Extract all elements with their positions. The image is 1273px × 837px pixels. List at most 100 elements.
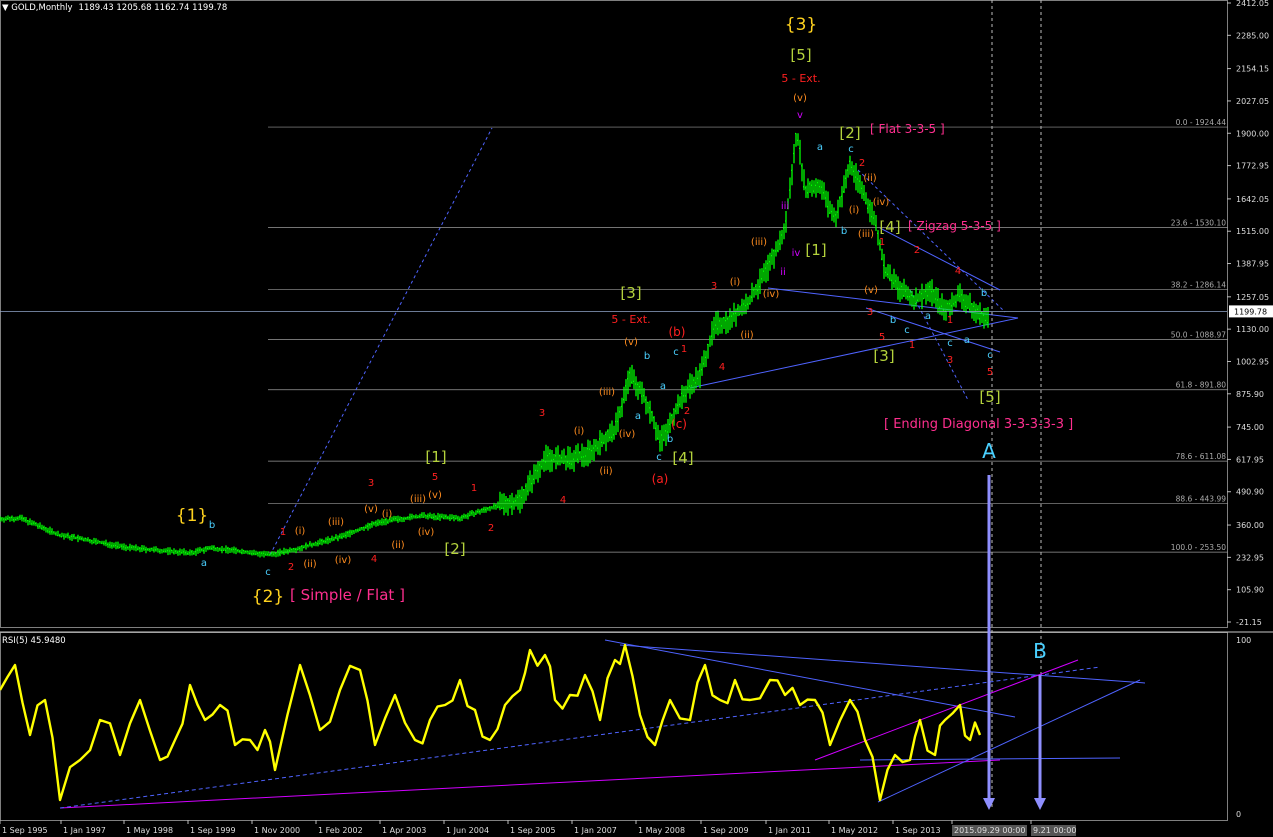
- wave-marker: 5: [432, 472, 438, 483]
- price-tick-label: -21.15: [1236, 618, 1262, 627]
- wave-marker: ii: [780, 267, 786, 278]
- price-tick-label: 1387.95: [1236, 260, 1269, 269]
- wave-marker: (iii): [858, 229, 874, 240]
- wave-marker: (ii): [863, 173, 876, 184]
- fib-label: 50.0 - 1088.97: [1171, 331, 1226, 340]
- simple-flat-label: [ Simple / Flat ]: [290, 586, 405, 604]
- price-tick-label: 232.95: [1236, 553, 1264, 562]
- ext-label-2: 5 - Ext.: [611, 313, 650, 326]
- wave-marker: 3: [539, 408, 545, 419]
- dropdown-icon[interactable]: ▼: [2, 3, 11, 13]
- sub4-label: [4]: [879, 218, 900, 236]
- time-tick-label: 1 Sep 1999: [190, 826, 236, 835]
- wave-marker: (v): [428, 490, 442, 501]
- sub3b-label: [3]: [620, 284, 641, 302]
- wave-marker: a: [817, 142, 823, 153]
- wave-marker: (iv): [418, 527, 435, 538]
- wave-marker: (i): [730, 277, 741, 288]
- paren-b-label: (b): [669, 325, 686, 339]
- ending-diagonal-label: [ Ending Diagonal 3-3-3-3-3 ]: [884, 417, 1073, 432]
- time-tick-label: 1 Sep 1995: [2, 826, 48, 835]
- price-bars: [0, 132, 989, 558]
- rsi-line: [0, 643, 982, 802]
- wave-marker: 1: [471, 483, 477, 494]
- time-tick-label: 1 Jan 1997: [63, 826, 106, 835]
- wave-marker: (i): [849, 205, 860, 216]
- paren-a-label: (a): [652, 472, 669, 486]
- wave-marker: 1: [947, 315, 953, 326]
- fib-label: 88.6 - 443.99: [1176, 495, 1227, 504]
- price-tick-label: 2285.00: [1236, 31, 1269, 40]
- wave-marker: iv: [792, 248, 801, 259]
- wave-marker: (v): [793, 93, 807, 104]
- price-tick-label: 1642.05: [1236, 195, 1269, 204]
- sub1-label: [1]: [805, 241, 826, 259]
- paren-c-label: (c): [671, 417, 687, 431]
- wave-marker: 1: [280, 527, 286, 538]
- chart-header: ▼ GOLD,Monthly 1189.43 1205.68 1162.74 11…: [2, 3, 227, 13]
- time-tick-label: 1 Apr 2003: [382, 826, 426, 835]
- wave-marker: 2: [684, 406, 690, 417]
- wave-marker: 3: [867, 307, 873, 318]
- price-tick-label: 2154.15: [1236, 65, 1269, 74]
- fib-label: 61.8 - 891.80: [1176, 381, 1227, 390]
- price-series: [0, 132, 989, 558]
- wave-marker: c: [673, 347, 679, 358]
- fib-label: 78.6 - 611.08: [1176, 452, 1227, 461]
- sub5-label: [5]: [979, 388, 1000, 406]
- wave-marker: (ii): [391, 540, 404, 551]
- wave-marker: b: [667, 434, 673, 445]
- price-tick-label: 1515.00: [1236, 227, 1269, 236]
- fib-label: 100.0 - 253.50: [1171, 543, 1226, 552]
- price-tick-label: 1257.05: [1236, 293, 1269, 302]
- wave-marker: 2: [488, 523, 494, 534]
- price-tick-label: 875.90: [1236, 390, 1264, 399]
- time-tick-label: 1 May 1998: [126, 826, 173, 835]
- wave-marker: a: [635, 411, 641, 422]
- wave-marker: c: [265, 567, 271, 578]
- fib-label: 0.0 - 1924.44: [1176, 118, 1227, 127]
- wave-marker: (ii): [303, 559, 316, 570]
- time-tick-label: 1 Jan 2007: [574, 826, 617, 835]
- gold-monthly-chart[interactable]: 0.0 - 1924.44 23.6 - 1530.10 38.2 - 1286.1…: [0, 0, 1273, 837]
- wave-marker: (iv): [335, 555, 352, 566]
- arrow-b-head: [1034, 798, 1046, 810]
- wave-marker: (iii): [599, 387, 615, 398]
- time-tick-label: 9.21 00:00: [1033, 826, 1076, 835]
- flat-label: [ Flat 3-3-5 ]: [870, 122, 945, 136]
- time-tick-label: 1 Jun 2004: [446, 826, 489, 835]
- wave-marker: 1: [909, 340, 915, 351]
- wave-2-label: {2}: [252, 587, 284, 607]
- time-tick-label: 1 Feb 2002: [318, 826, 363, 835]
- wave-marker: 4: [719, 362, 725, 373]
- wave-marker: (ii): [740, 330, 753, 341]
- wave-marker: 1: [879, 237, 885, 248]
- rsi-header: RSI(5) 45.9480: [2, 636, 66, 646]
- price-tick-label: 1900.00: [1236, 129, 1269, 138]
- wave-marker: 5: [987, 367, 993, 378]
- ext-label: 5 - Ext.: [781, 72, 820, 85]
- wave-marker: a: [925, 311, 931, 322]
- wave-marker: (ii): [599, 466, 612, 477]
- wave-marker: (v): [364, 504, 378, 515]
- projection-line: [909, 289, 969, 401]
- wave-marker: 4: [560, 495, 566, 506]
- wave-marker: a: [660, 381, 666, 392]
- price-tick-label: 745.00: [1236, 423, 1264, 432]
- wave-marker: 1: [681, 344, 687, 355]
- point-b-label: B: [1033, 639, 1047, 663]
- fib-label: 23.6 - 1530.10: [1171, 218, 1226, 227]
- wave-marker: a: [201, 558, 207, 569]
- price-tick-label: 617.95: [1236, 455, 1264, 464]
- price-tick-label: 2412.05: [1236, 0, 1269, 8]
- zigzag-label: [ Zigzag 5-3-5 ]: [908, 219, 1001, 233]
- price-tick-label: 360.00: [1236, 521, 1264, 530]
- wave-marker: (iii): [410, 494, 426, 505]
- price-tick-label: 2027.05: [1236, 97, 1269, 106]
- wave-marker: c: [987, 350, 993, 361]
- wave-marker: (v): [864, 285, 878, 296]
- wave-marker: c: [848, 144, 854, 155]
- wave-marker: (i): [295, 526, 306, 537]
- time-tick-label: 1 Jan 2011: [768, 826, 811, 835]
- sub2b-label: [2]: [444, 540, 465, 558]
